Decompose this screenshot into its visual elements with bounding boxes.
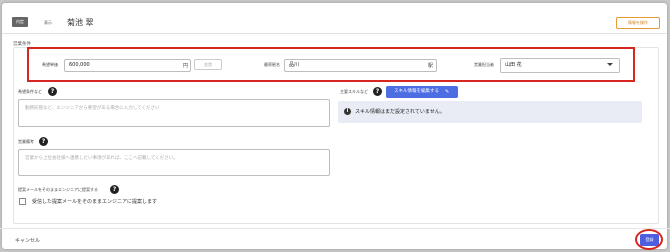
station-value: 品川 xyxy=(289,62,300,68)
help-icon[interactable]: ? xyxy=(110,185,119,194)
info-action-button[interactable]: 情報を操作 xyxy=(616,17,660,29)
desired-price-input[interactable]: 600,000 xyxy=(64,59,191,72)
notes-label: 営業備考 xyxy=(18,139,34,144)
skills-label: 主要スキルなど xyxy=(340,89,368,94)
owner-label: 営業担当者 xyxy=(474,62,494,67)
proposal-checkbox-label[interactable]: 受信した提案メールをそのままエンジニアに提案します xyxy=(32,198,157,205)
price-unit: 円 xyxy=(183,63,189,69)
station-label: 最寄駅名 xyxy=(264,62,280,67)
owner-value: 山田 花 xyxy=(505,62,522,68)
request-textarea[interactable]: 勤務形態など、エンジニアから要望がある場合に入力してください xyxy=(18,99,330,127)
info-icon: i xyxy=(344,108,351,115)
help-icon[interactable]: ? xyxy=(39,137,48,146)
skills-info-box: i スキル情報はまだ設定されていません。 xyxy=(338,101,642,123)
proposal-checkbox[interactable] xyxy=(19,198,26,205)
chevron-down-icon xyxy=(607,63,613,66)
desired-price-value: 600,000 xyxy=(69,62,90,68)
request-label: 希望条件など xyxy=(18,89,42,94)
engineer-name: 菊池 翠 xyxy=(67,18,94,27)
station-unit: 駅 xyxy=(428,63,434,69)
modal-header: 内定 表示 菊池 翠 情報を操作 xyxy=(2,3,667,34)
request-placeholder: 勤務形態など、エンジニアから要望がある場合に入力してください xyxy=(25,106,160,111)
skills-info-text: スキル情報はまだ設定されていません。 xyxy=(355,109,445,115)
footer-divider xyxy=(0,228,670,229)
station-input[interactable]: 品川 xyxy=(284,59,437,72)
desired-price-label: 希望単価 xyxy=(42,62,58,67)
help-icon[interactable]: ? xyxy=(48,87,57,96)
cancel-button[interactable]: キャンセル xyxy=(15,237,40,244)
status-badge: 内定 xyxy=(12,17,28,27)
edit-skills-button[interactable]: スキル情報を編集する ✎ xyxy=(386,86,458,98)
help-icon[interactable]: ? xyxy=(373,87,382,96)
highlight-ring xyxy=(635,229,663,250)
proposal-label: 提案メールをそのままエンジニアに提案する xyxy=(18,187,98,192)
negotiate-button[interactable]: 交渉 xyxy=(194,59,222,70)
notes-placeholder: 営業から上位会社様へ連携したい事項があれば、ここへ記載してください。 xyxy=(25,156,178,161)
pencil-icon: ✎ xyxy=(445,89,450,95)
notes-textarea[interactable]: 営業から上位会社様へ連携したい事項があれば、ここへ記載してください。 xyxy=(18,149,330,176)
edit-skills-label: スキル情報を編集する xyxy=(394,89,439,94)
owner-select[interactable]: 山田 花 xyxy=(500,58,620,73)
status-text: 表示 xyxy=(44,20,52,25)
